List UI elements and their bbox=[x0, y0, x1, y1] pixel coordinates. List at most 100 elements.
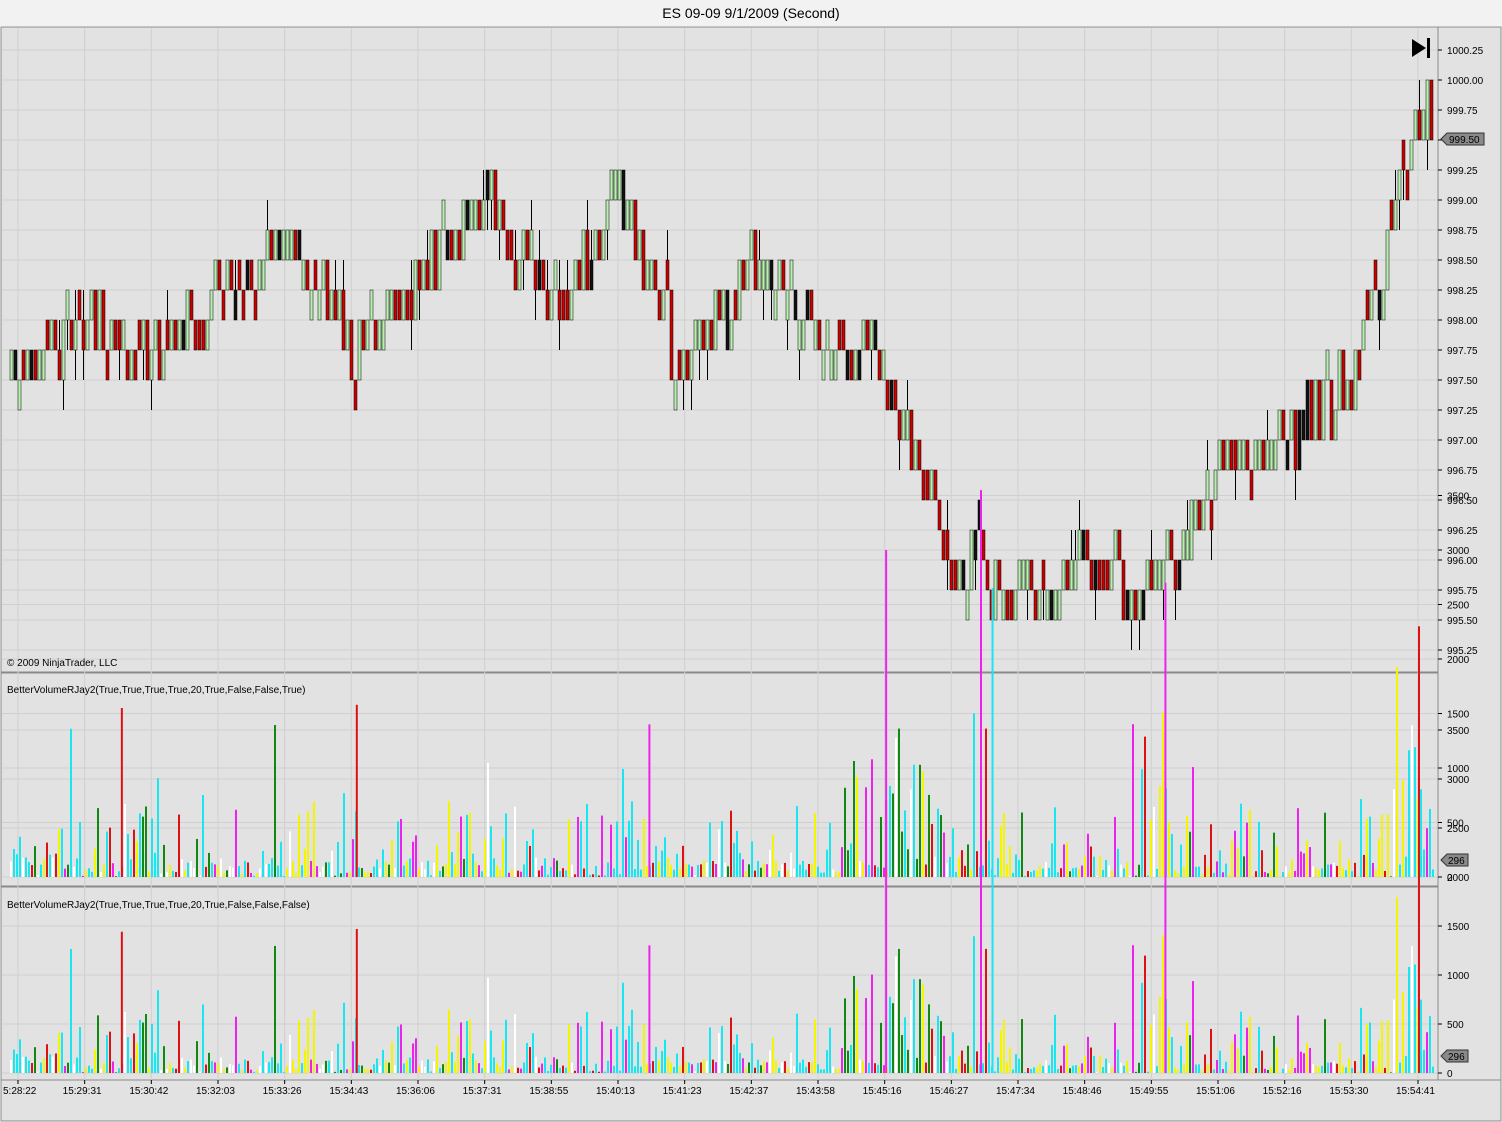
candle-body bbox=[405, 289, 410, 321]
candle-body bbox=[905, 409, 910, 441]
volume-bar bbox=[595, 865, 597, 877]
candle-body bbox=[1357, 349, 1362, 381]
volume-bar bbox=[127, 834, 129, 877]
candle-body bbox=[529, 229, 534, 261]
volume-bar bbox=[940, 1021, 942, 1073]
volume-bar bbox=[328, 1060, 330, 1073]
volume-bar bbox=[211, 862, 213, 877]
volume-bar bbox=[331, 850, 333, 877]
volume-bar bbox=[1255, 871, 1257, 877]
volume-bar bbox=[700, 864, 702, 877]
volume-bar bbox=[373, 1064, 375, 1073]
volume-bar bbox=[1164, 826, 1167, 1073]
volume-bar bbox=[880, 816, 882, 877]
volume-bar bbox=[1069, 1068, 1071, 1073]
volume-bar bbox=[79, 1027, 81, 1073]
candle-body bbox=[117, 319, 122, 351]
candle-body bbox=[1077, 529, 1082, 561]
volume-bar bbox=[1156, 868, 1158, 877]
chart-canvas[interactable]: 1000.25 1000.00 999.75 999.50 999.25 999.00 99… bbox=[0, 26, 1502, 1122]
candle-body bbox=[729, 319, 734, 351]
volume-bar bbox=[565, 870, 567, 877]
volume-bar bbox=[898, 948, 900, 1073]
volume-bar bbox=[934, 1056, 936, 1073]
volume-bar bbox=[589, 874, 591, 877]
volume-bar bbox=[625, 837, 627, 877]
volume-bar bbox=[133, 1033, 135, 1073]
volume-bar bbox=[952, 828, 954, 877]
volume-bar bbox=[994, 1071, 996, 1073]
volume-bar bbox=[562, 1065, 564, 1073]
candle-body bbox=[169, 319, 174, 351]
volume-bar bbox=[970, 1066, 972, 1073]
volume-bar bbox=[973, 936, 975, 1073]
candle-body bbox=[837, 319, 842, 351]
volume-bar bbox=[394, 1065, 396, 1073]
volume-bar bbox=[1429, 1016, 1431, 1073]
volume-bar bbox=[169, 1062, 171, 1073]
time-tick-label: 15:48:46 bbox=[1063, 1086, 1102, 1097]
volume-bar bbox=[943, 1035, 945, 1073]
volume-bar bbox=[1024, 1072, 1026, 1073]
volume-bar bbox=[628, 820, 630, 877]
volume-bar bbox=[166, 872, 168, 877]
volume-bar bbox=[790, 852, 792, 877]
candle-body bbox=[1313, 379, 1318, 441]
volume-bar bbox=[685, 1061, 687, 1073]
volume-bar bbox=[586, 804, 588, 877]
volume-bar bbox=[163, 1046, 165, 1073]
volume-bar bbox=[838, 872, 840, 877]
volume-bar bbox=[124, 1011, 126, 1073]
volume-bar bbox=[208, 852, 210, 877]
candle-body bbox=[617, 169, 622, 201]
volume-bar bbox=[1336, 1063, 1338, 1073]
volume-bar bbox=[337, 841, 339, 877]
volume-bar bbox=[190, 1059, 192, 1073]
candle-body bbox=[1381, 289, 1386, 321]
volume-bar bbox=[1033, 870, 1035, 877]
volume-bar bbox=[1285, 1064, 1287, 1073]
volume-bar bbox=[82, 1072, 84, 1073]
volume-bar bbox=[1171, 1037, 1173, 1073]
volume-bar bbox=[718, 829, 720, 877]
volume-bar bbox=[1414, 964, 1416, 1073]
candle-body bbox=[809, 289, 814, 321]
candle-body bbox=[281, 229, 286, 261]
volume-bar bbox=[784, 862, 786, 877]
time-tick-label: 15:42:37 bbox=[729, 1086, 768, 1097]
volume-bar bbox=[637, 839, 639, 877]
volume-bar bbox=[214, 1062, 216, 1073]
candle-body bbox=[113, 319, 118, 351]
volume-bar bbox=[1420, 999, 1422, 1073]
volume-bar bbox=[67, 864, 69, 877]
volume-bar bbox=[1267, 873, 1269, 877]
volume-bar bbox=[322, 866, 324, 877]
volume-tick-label: 3500 bbox=[1447, 726, 1470, 737]
candle-body bbox=[1309, 379, 1314, 441]
volume-bar bbox=[646, 866, 648, 877]
indicator-2-title: BetterVolumeRJay2(True,True,True,True,20… bbox=[7, 900, 310, 911]
candle-body bbox=[953, 559, 958, 591]
volume-bar bbox=[850, 1044, 852, 1073]
volume-bar bbox=[217, 865, 219, 877]
volume-bar bbox=[34, 1047, 36, 1073]
candle-body bbox=[641, 229, 646, 291]
volume-bar bbox=[1072, 868, 1074, 877]
volume-bar bbox=[1360, 1007, 1362, 1073]
volume-bar bbox=[220, 1057, 222, 1073]
volume-bar bbox=[691, 1064, 693, 1073]
candle-body bbox=[1417, 109, 1422, 141]
volume-bar bbox=[469, 1019, 471, 1073]
volume-bar bbox=[1387, 814, 1389, 877]
price-tick-label: 997.50 bbox=[1447, 376, 1478, 387]
volume-bar bbox=[274, 945, 276, 1073]
volume-bar bbox=[973, 713, 975, 877]
candle-body bbox=[289, 229, 294, 261]
volume-bar bbox=[1174, 1067, 1176, 1073]
volume-bar bbox=[298, 1020, 300, 1073]
volume-bar bbox=[120, 708, 123, 877]
volume-bar bbox=[874, 865, 876, 877]
volume-bar bbox=[763, 863, 765, 877]
volume-bar bbox=[1072, 1065, 1074, 1073]
volume-bar bbox=[403, 865, 405, 877]
